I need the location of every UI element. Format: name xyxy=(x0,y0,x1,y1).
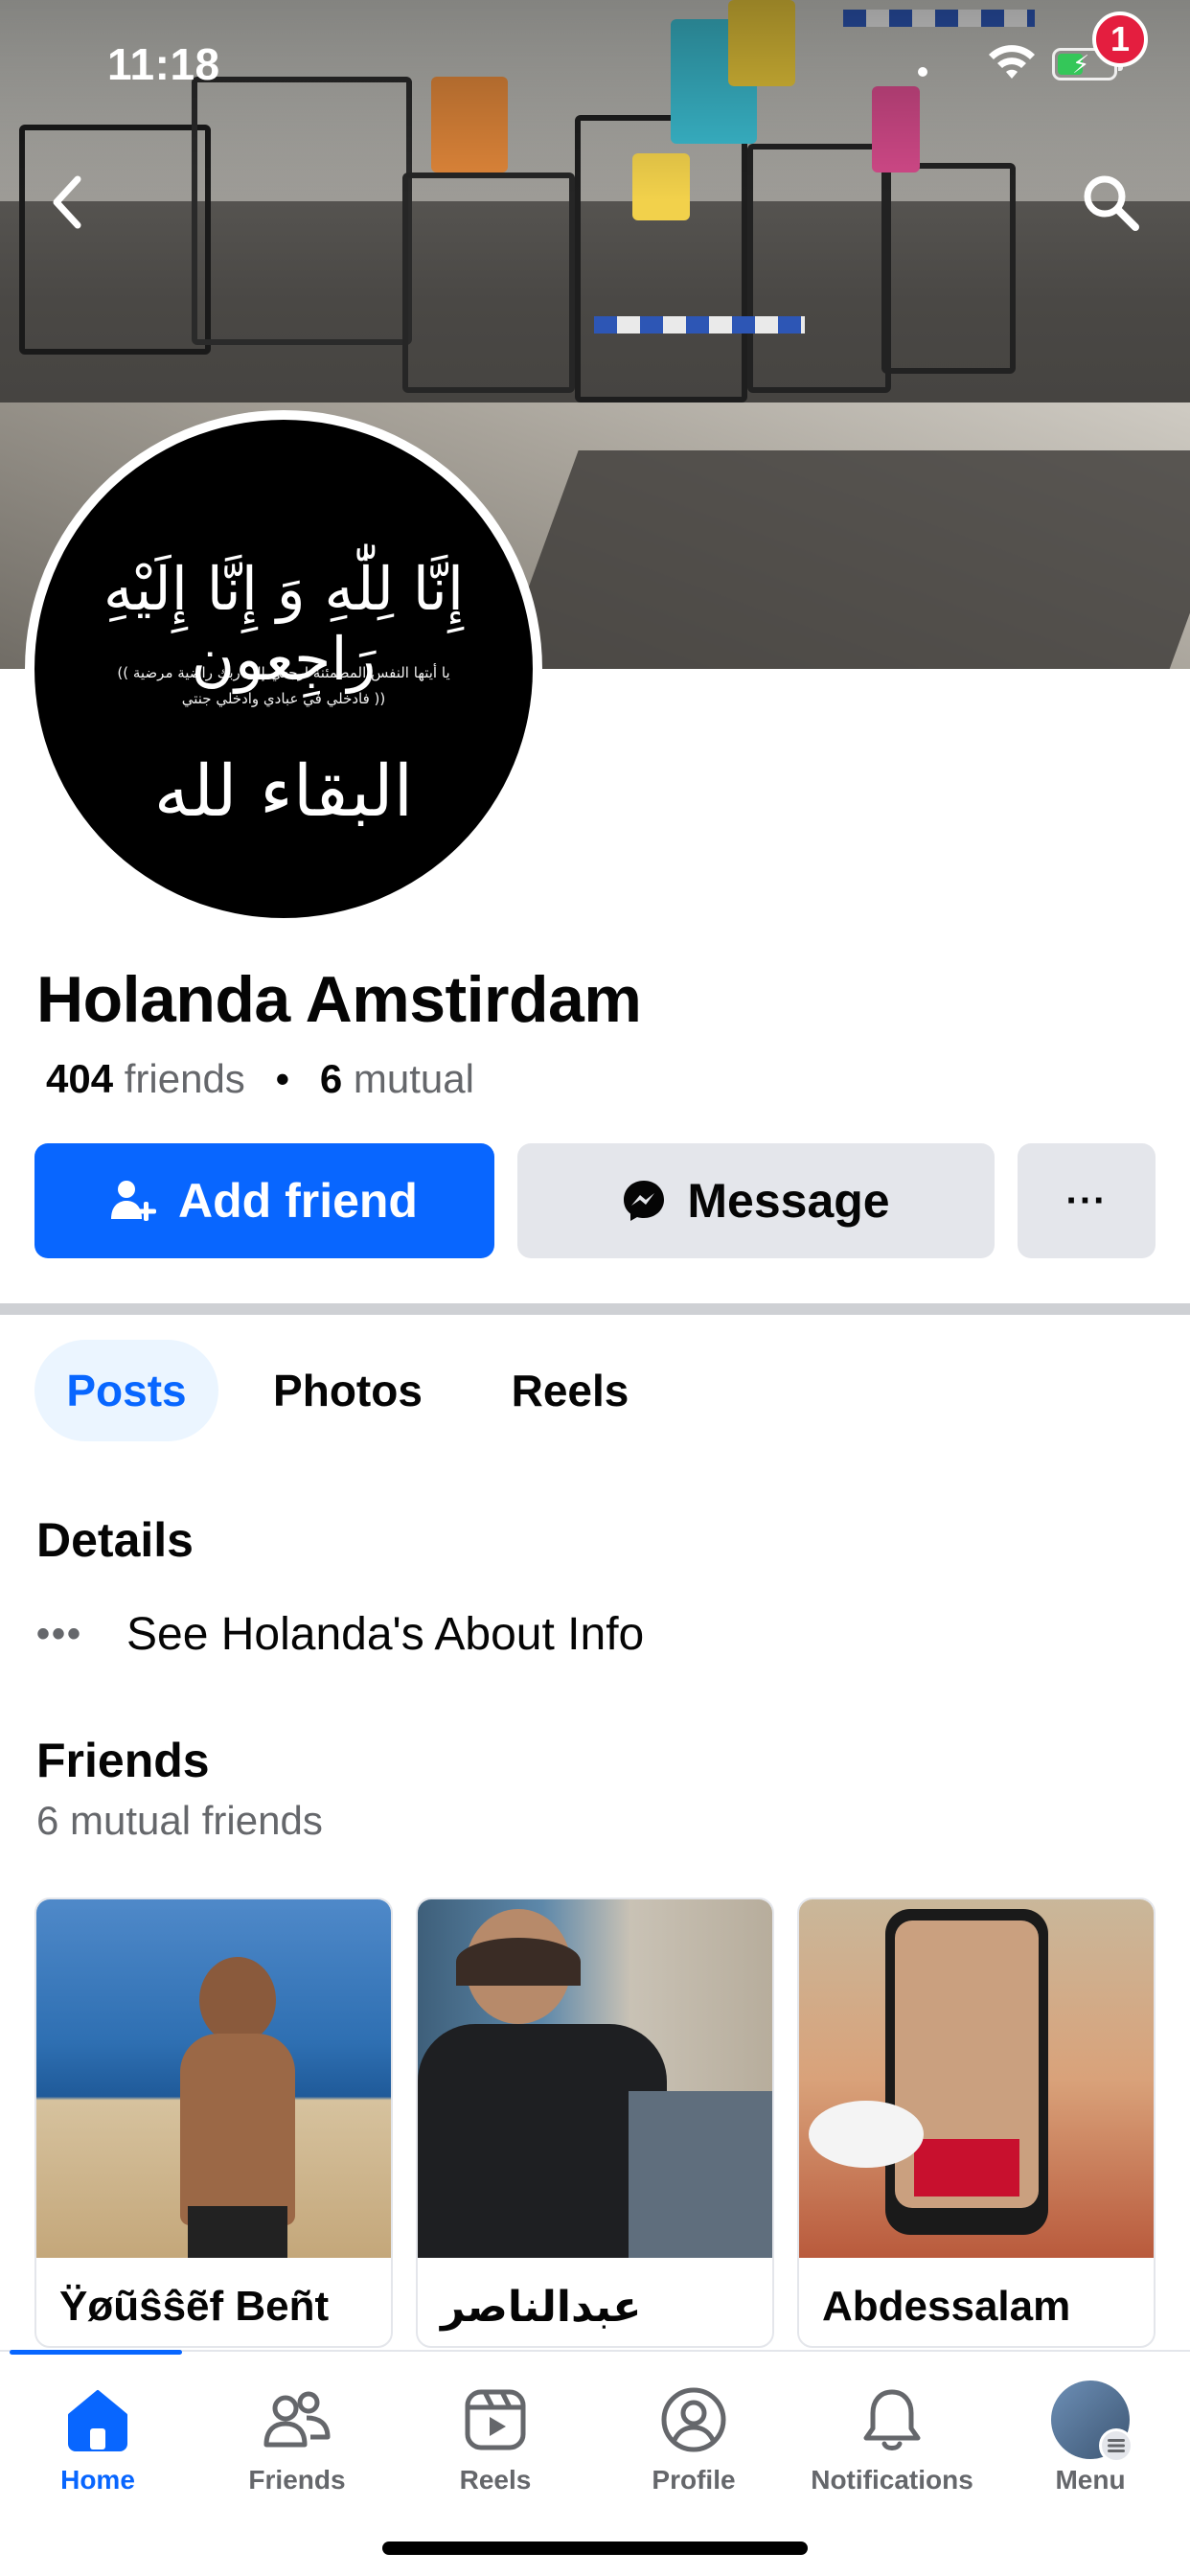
mutual-friends-count[interactable]: 6 mutual friends xyxy=(36,1798,323,1844)
friend-name: عبدالناصر xyxy=(441,2284,642,2331)
friends-label[interactable]: friends xyxy=(125,1056,245,1101)
friends-count[interactable]: 404 xyxy=(46,1056,113,1101)
more-options-button[interactable]: ··· xyxy=(1018,1143,1156,1258)
more-dots-icon: ··· xyxy=(1065,1179,1108,1222)
friend-card[interactable]: Ÿøũŝŝẽf Beñt xyxy=(34,1898,393,2348)
cellular-signal-icon xyxy=(918,67,927,77)
mutual-count[interactable]: 6 xyxy=(320,1056,342,1101)
nav-profile-label: Profile xyxy=(652,2465,736,2495)
friends-icon xyxy=(263,2391,331,2448)
friend-photo xyxy=(799,1899,1154,2258)
profile-icon xyxy=(661,2387,726,2452)
wifi-icon xyxy=(989,45,1035,79)
friend-name: Ÿøũŝŝẽf Beñt xyxy=(59,2283,330,2330)
avatar-text-line4: البقاء لله xyxy=(153,750,414,833)
friend-card[interactable]: عبدالناصر xyxy=(416,1898,774,2348)
avatar-text-line2: (( يا أيتها النفس المطمئنة ارجعي إلى ربك… xyxy=(117,664,450,681)
back-button[interactable] xyxy=(25,159,111,245)
menu-avatar xyxy=(1051,2380,1133,2463)
add-friend-label: Add friend xyxy=(178,1174,418,1228)
menu-lines-icon xyxy=(1099,2428,1133,2463)
tab-posts[interactable]: Posts xyxy=(34,1340,218,1441)
separator-dot: • xyxy=(275,1056,290,1101)
friend-photo xyxy=(36,1899,391,2258)
bell-icon xyxy=(863,2389,921,2450)
add-friend-icon xyxy=(111,1179,157,1223)
friend-card[interactable]: Abdessalam xyxy=(797,1898,1156,2348)
avatar-text-line3: فادخلي في عبادي وادخلي جنتي )) xyxy=(181,690,386,707)
tab-photos[interactable]: Photos xyxy=(247,1340,448,1441)
nav-friends-label: Friends xyxy=(248,2465,346,2495)
status-bar: 11:18 ⚡ xyxy=(0,0,1190,125)
home-icon xyxy=(68,2390,127,2451)
profile-name: Holanda Amstirdam xyxy=(36,963,642,1036)
add-friend-button[interactable]: Add friend xyxy=(34,1143,494,1258)
friends-heading: Friends xyxy=(36,1734,210,1787)
search-icon xyxy=(1084,175,1139,231)
nav-menu[interactable]: Menu xyxy=(995,2377,1186,2511)
nav-reels-label: Reels xyxy=(459,2465,532,2495)
friend-counts: 404 friends • 6 mutual xyxy=(46,1056,474,1102)
messenger-icon xyxy=(622,1179,666,1223)
nav-notifications-label: Notifications xyxy=(811,2465,973,2495)
message-button[interactable]: Message xyxy=(517,1143,995,1258)
nav-home[interactable]: Home xyxy=(2,2377,194,2511)
search-button[interactable] xyxy=(1067,159,1154,245)
nav-home-label: Home xyxy=(60,2465,135,2495)
section-divider xyxy=(0,1303,1190,1315)
nav-notifications[interactable]: Notifications xyxy=(796,2377,988,2511)
nav-friends[interactable]: Friends xyxy=(201,2377,393,2511)
message-label: Message xyxy=(687,1174,890,1228)
nav-profile[interactable]: Profile xyxy=(598,2377,790,2511)
mutual-label[interactable]: mutual xyxy=(354,1056,474,1101)
home-indicator[interactable] xyxy=(382,2542,808,2555)
nav-reels[interactable]: Reels xyxy=(400,2377,591,2511)
active-tab-indicator xyxy=(10,2350,182,2355)
chevron-left-icon xyxy=(53,175,81,229)
about-info-label: See Holanda's About Info xyxy=(126,1608,645,1660)
status-time: 11:18 xyxy=(107,39,220,89)
notification-badge: 1 xyxy=(1092,12,1148,67)
reels-icon xyxy=(465,2389,526,2450)
profile-picture[interactable]: إِنَّا لِلّٰهِ وَ إِنَّا إِلَيْهِ رَاجِع… xyxy=(25,410,542,928)
friend-name: Abdessalam xyxy=(822,2283,1071,2330)
about-info-link[interactable]: ••• See Holanda's About Info xyxy=(36,1600,803,1668)
more-dots-icon: ••• xyxy=(36,1612,83,1655)
details-heading: Details xyxy=(36,1513,194,1567)
nav-menu-label: Menu xyxy=(1055,2465,1126,2495)
tab-reels[interactable]: Reels xyxy=(479,1340,661,1441)
friend-photo xyxy=(418,1899,772,2258)
